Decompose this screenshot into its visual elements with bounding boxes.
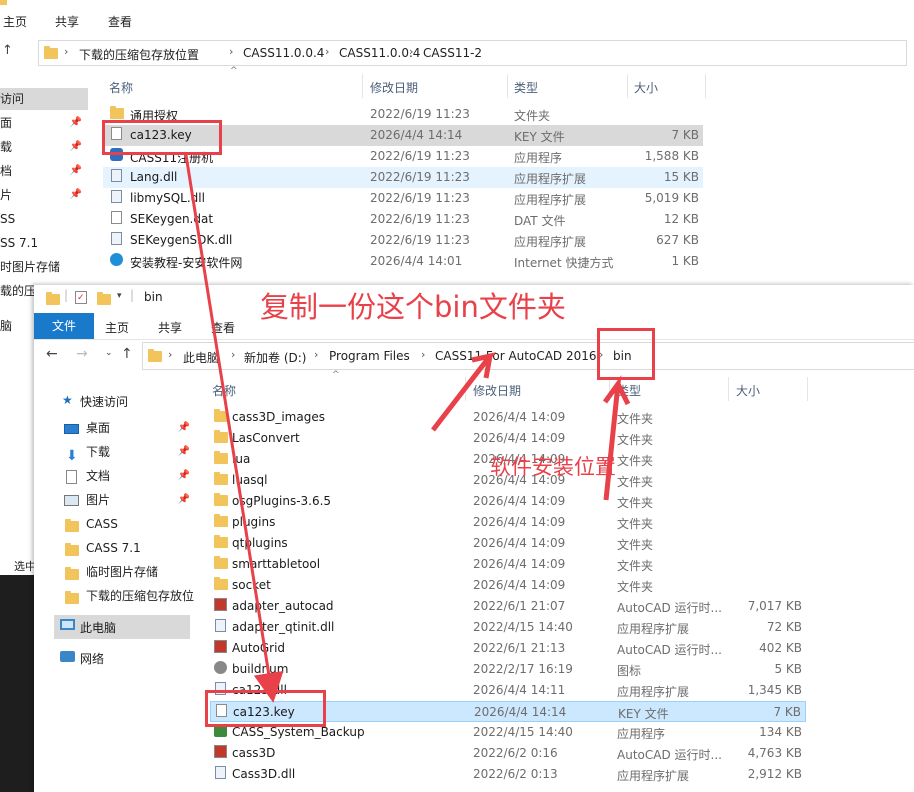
- annotation-arrows: [184, 154, 631, 703]
- arrow-copy-to-bin: [184, 154, 284, 703]
- arrow-to-bin: [602, 374, 631, 501]
- arrow-to-breadcrumb: [431, 352, 497, 432]
